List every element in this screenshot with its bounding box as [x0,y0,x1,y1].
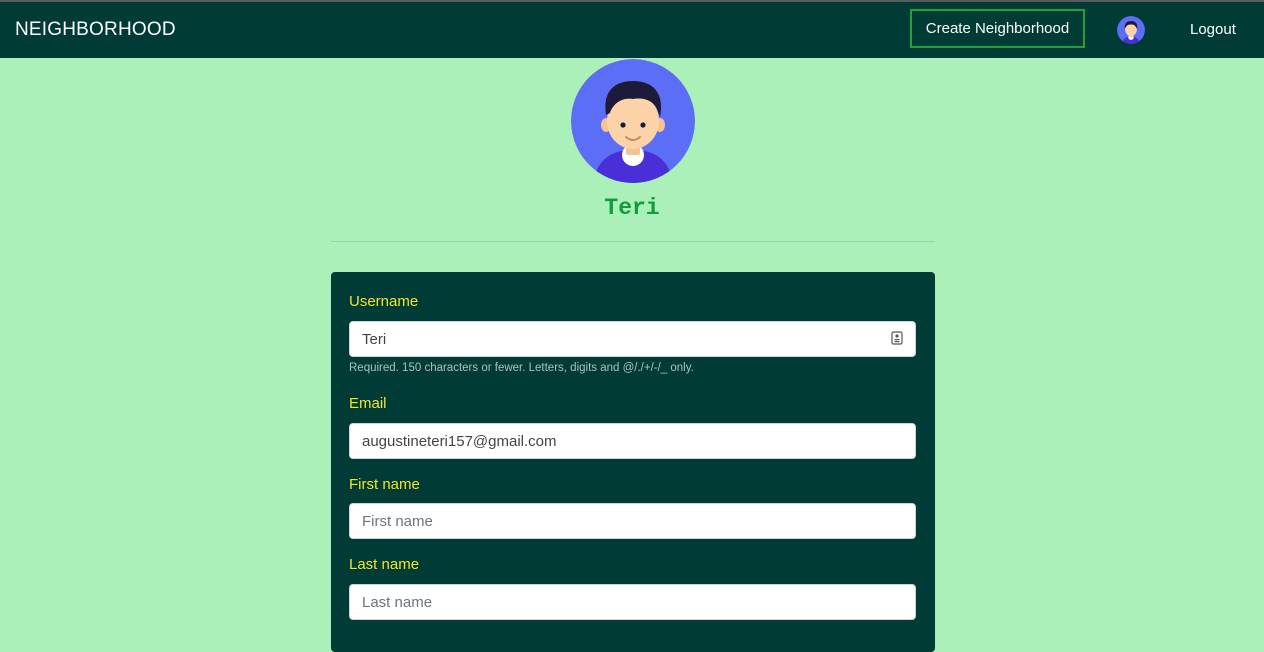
contact-card-icon[interactable] [891,331,903,345]
username-help-text: Required. 150 characters or fewer. Lette… [349,362,694,374]
email-input[interactable] [349,423,916,459]
last-name-label: Last name [349,556,420,573]
last-name-input[interactable] [349,584,916,620]
profile-avatar [571,59,695,183]
first-name-label: First name [349,476,420,493]
create-neighborhood-button[interactable]: Create Neighborhood [910,9,1085,48]
username-input[interactable] [349,321,916,357]
navbar: NEIGHBORHOOD Create Neighborhood Logout [0,2,1264,58]
nav-avatar[interactable] [1117,16,1145,44]
email-label: Email [349,395,387,412]
user-avatar-icon [1117,16,1145,44]
username-label: Username [349,293,419,310]
brand-link[interactable]: NEIGHBORHOOD [15,19,176,41]
profile-form: Username Required. 150 characters or few… [331,272,935,652]
user-avatar-icon [571,59,695,183]
profile-username: Teri [604,195,660,221]
logout-link[interactable]: Logout [1190,21,1236,38]
first-name-input[interactable] [349,503,916,539]
divider [331,241,935,242]
